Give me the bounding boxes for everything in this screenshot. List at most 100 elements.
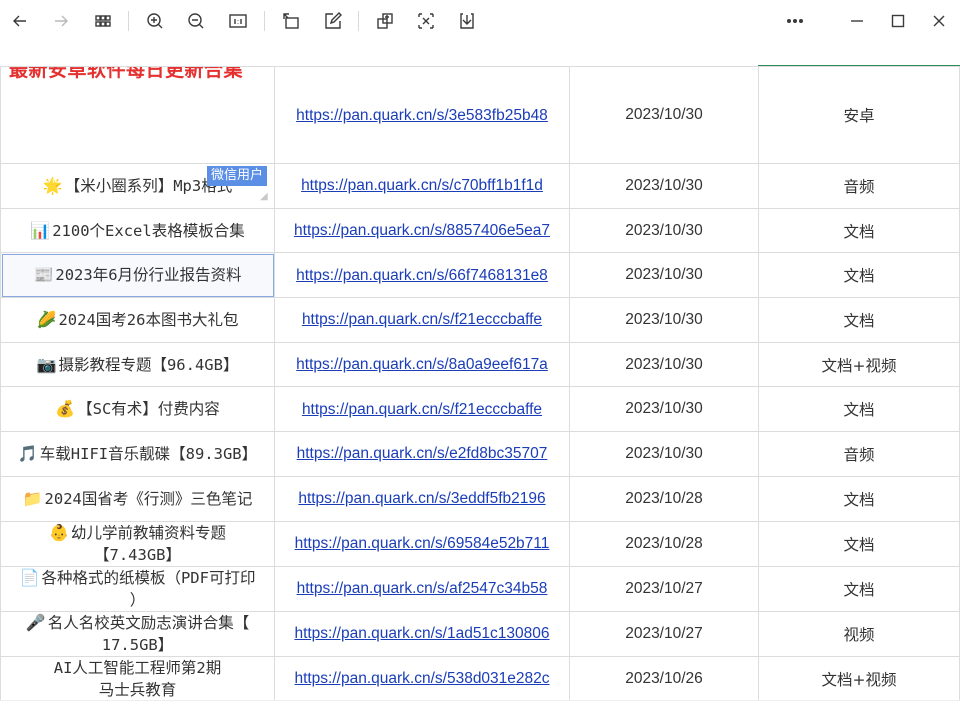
link-cell: https://pan.quark.cn/s/3e583fb25b48 bbox=[274, 66, 570, 164]
resource-emoji-icon: 📊 bbox=[30, 220, 51, 240]
resource-name-cell[interactable]: 👶 幼儿学前教辅资料专题 【7.43GB】 bbox=[0, 520, 275, 567]
type-cell: 音频 bbox=[758, 431, 960, 477]
date-cell: 2023/10/30 bbox=[569, 341, 759, 388]
share-link[interactable]: https://pan.quark.cn/s/8a0a9eef617a bbox=[296, 356, 548, 373]
share-link[interactable]: https://pan.quark.cn/s/69584e52b711 bbox=[295, 535, 550, 552]
resource-name-cell[interactable]: 🎵 车载HIFI音乐靓碟【89.3GB】 bbox=[0, 431, 275, 477]
type-cell: 安卓 bbox=[758, 66, 960, 164]
table-row: 🌽 2024国考26本图书大礼包 https://pan.quark.cn/s/f2… bbox=[0, 297, 960, 343]
type-cell: 文档 bbox=[758, 386, 960, 433]
maximize-icon[interactable] bbox=[883, 6, 913, 36]
resource-emoji-icon: 📄 bbox=[19, 567, 40, 587]
resource-name: 🌽 2024国考26本图书大礼包 bbox=[3, 309, 272, 331]
bottom-bar bbox=[0, 700, 960, 720]
sheet-title: 最新安卓软件每日更新合集 bbox=[9, 66, 244, 82]
resource-name-text: 各种格式的纸模板（PDF可打印 bbox=[41, 568, 256, 587]
resource-emoji-icon: 📷 bbox=[36, 354, 57, 374]
resource-emoji-icon: 📰 bbox=[33, 265, 54, 285]
date-cell: 2023/10/30 bbox=[569, 207, 759, 254]
share-link[interactable]: https://pan.quark.cn/s/3e583fb25b48 bbox=[296, 107, 548, 124]
resource-name-cell[interactable]: 🌽 2024国考26本图书大礼包 bbox=[0, 297, 275, 343]
resource-name-cell[interactable]: 📄 各种格式的纸模板（PDF可打印） bbox=[0, 565, 275, 612]
share-link[interactable]: https://pan.quark.cn/s/66f7468131e8 bbox=[296, 267, 548, 284]
resource-name: 📄 各种格式的纸模板（PDF可打印 bbox=[3, 567, 272, 589]
type-cell: 音频 bbox=[758, 163, 960, 209]
resource-name-text: 2024国省考《行测》三色笔记 bbox=[44, 489, 253, 508]
crop-icon[interactable] bbox=[370, 6, 400, 36]
share-link[interactable]: https://pan.quark.cn/s/3eddf5fb2196 bbox=[298, 490, 545, 507]
resource-name: 📰 2023年6月份行业报告资料 bbox=[3, 264, 272, 286]
edit-icon[interactable] bbox=[318, 6, 348, 36]
type-cell: 文档 bbox=[758, 520, 960, 567]
type-cell: 视频 bbox=[758, 610, 960, 657]
resource-name-text: 幼儿学前教辅资料专题 bbox=[70, 523, 226, 542]
resource-emoji-icon: 🌽 bbox=[36, 309, 57, 329]
resource-name-cell[interactable]: 📊 2100个Excel表格模板合集 bbox=[0, 207, 275, 254]
link-cell: https://pan.quark.cn/s/8857406e5ea7 bbox=[274, 207, 570, 254]
share-link[interactable]: https://pan.quark.cn/s/f21ecccbaffe bbox=[302, 311, 542, 328]
resource-name: 👶 幼儿学前教辅资料专题 bbox=[3, 522, 272, 544]
zoom-out-icon[interactable] bbox=[181, 6, 211, 36]
comment-author-tag: 微信用户 bbox=[207, 166, 268, 186]
share-link[interactable]: https://pan.quark.cn/s/af2547c34b58 bbox=[297, 580, 548, 597]
date-cell: 2023/10/30 bbox=[569, 252, 759, 299]
resource-name-cell[interactable]: 📰 2023年6月份行业报告资料 bbox=[0, 252, 275, 299]
table-row: AI人工智能工程师第2期 马士兵教育 https://pan.quark.cn/s/… bbox=[0, 655, 960, 700]
resource-name-cell[interactable]: 📷 摄影教程专题【96.4GB】 bbox=[0, 341, 275, 388]
date-cell: 2023/10/30 bbox=[569, 386, 759, 433]
translate-icon[interactable] bbox=[411, 6, 441, 36]
table-row: 最新安卓软件每日更新合集 https://pan.quark.cn/s/3e583… bbox=[0, 66, 960, 164]
close-icon[interactable] bbox=[924, 6, 954, 36]
date-cell: 2023/10/27 bbox=[569, 610, 759, 657]
more-icon[interactable] bbox=[780, 6, 810, 36]
table-row: 📄 各种格式的纸模板（PDF可打印） https://pan.quark.cn/s/… bbox=[0, 565, 960, 612]
image-viewer-toolbar bbox=[0, 0, 960, 42]
date-cell: 2023/10/26 bbox=[569, 655, 759, 700]
resource-name: 💰 【SC有术】付费内容 bbox=[3, 398, 272, 420]
link-cell: https://pan.quark.cn/s/c70bff1b1f1d bbox=[274, 163, 570, 209]
resource-name-line2: 马士兵教育 bbox=[98, 680, 177, 699]
share-link[interactable]: https://pan.quark.cn/s/c70bff1b1f1d bbox=[301, 177, 543, 194]
resource-emoji-icon: 🌟 bbox=[42, 175, 63, 195]
share-link[interactable]: https://pan.quark.cn/s/8857406e5ea7 bbox=[294, 222, 550, 239]
resource-name: 🎵 车载HIFI音乐靓碟【89.3GB】 bbox=[3, 443, 272, 465]
resource-emoji-icon: 📁 bbox=[22, 488, 43, 508]
date-cell: 2023/10/30 bbox=[569, 66, 759, 164]
minimize-icon[interactable] bbox=[842, 6, 872, 36]
share-link[interactable]: https://pan.quark.cn/s/e2fd8bc35707 bbox=[297, 445, 548, 462]
table-row: 🎵 车载HIFI音乐靓碟【89.3GB】 https://pan.quark.cn/… bbox=[0, 431, 960, 477]
download-icon[interactable] bbox=[452, 6, 482, 36]
resource-name-cell[interactable]: 📁 2024国省考《行测》三色笔记 bbox=[0, 475, 275, 522]
resource-name-cell[interactable]: AI人工智能工程师第2期 马士兵教育 bbox=[0, 655, 275, 700]
link-cell: https://pan.quark.cn/s/e2fd8bc35707 bbox=[274, 431, 570, 477]
back-arrow-icon[interactable] bbox=[5, 6, 35, 36]
resource-name-line2: ） bbox=[129, 590, 146, 609]
share-link[interactable]: https://pan.quark.cn/s/1ad51c130806 bbox=[294, 625, 549, 642]
actual-size-icon[interactable] bbox=[223, 6, 253, 36]
resource-name-text: 2100个Excel表格模板合集 bbox=[52, 221, 245, 240]
resource-name: 📊 2100个Excel表格模板合集 bbox=[3, 220, 272, 242]
resource-name: 🎤 名人名校英文励志演讲合集【 bbox=[3, 612, 272, 634]
zoom-in-icon[interactable] bbox=[140, 6, 170, 36]
share-link[interactable]: https://pan.quark.cn/s/538d031e282c bbox=[294, 670, 549, 687]
rotate-icon[interactable] bbox=[276, 6, 306, 36]
resource-name-line2: 【7.43GB】 bbox=[94, 545, 181, 564]
type-cell: 文档 bbox=[758, 252, 960, 299]
table-row: 📷 摄影教程专题【96.4GB】 https://pan.quark.cn/s/8a… bbox=[0, 341, 960, 388]
forward-arrow-icon[interactable] bbox=[46, 6, 76, 36]
grid-view-icon[interactable] bbox=[88, 6, 118, 36]
date-cell: 2023/10/28 bbox=[569, 520, 759, 567]
link-cell: https://pan.quark.cn/s/69584e52b711 bbox=[274, 520, 570, 567]
resource-name-cell[interactable]: 💰 【SC有术】付费内容 bbox=[0, 386, 275, 433]
resource-name: 📷 摄影教程专题【96.4GB】 bbox=[3, 354, 272, 376]
resource-name-cell[interactable]: 最新安卓软件每日更新合集 bbox=[0, 66, 275, 164]
resource-name-text: 2023年6月份行业报告资料 bbox=[55, 266, 242, 285]
resource-name-text: AI人工智能工程师第2期 bbox=[53, 658, 222, 677]
table-row: 💰 【SC有术】付费内容 https://pan.quark.cn/s/f21ecc… bbox=[0, 386, 960, 433]
date-cell: 2023/10/30 bbox=[569, 297, 759, 343]
resource-name-cell[interactable]: 🎤 名人名校英文励志演讲合集【 17.5GB】 bbox=[0, 610, 275, 657]
share-link[interactable]: https://pan.quark.cn/s/f21ecccbaffe bbox=[302, 401, 542, 418]
resource-table: 最新安卓软件每日更新合集 https://pan.quark.cn/s/3e583… bbox=[0, 66, 960, 700]
resource-name-text: 摄影教程专题【96.4GB】 bbox=[58, 355, 239, 374]
resource-name-text: 【SC有术】付费内容 bbox=[77, 400, 220, 419]
